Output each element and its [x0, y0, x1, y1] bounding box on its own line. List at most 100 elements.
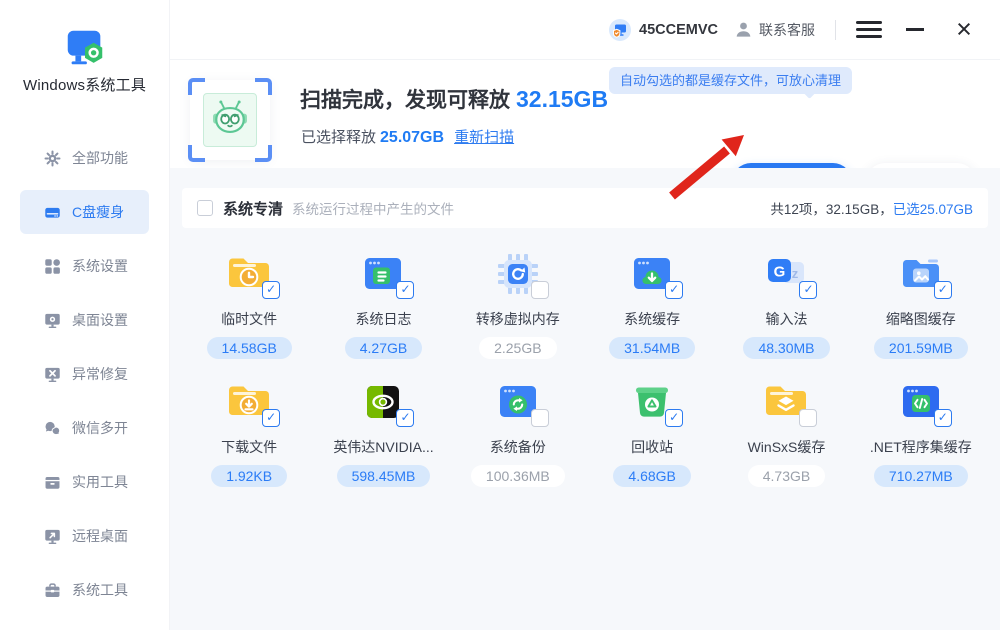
sidebar-item-all-features[interactable]: 全部功能 — [20, 131, 149, 185]
scan-header: 扫描完成，发现可释放32.15GB 已选择释放25.07GB重新扫描 自动勾选的… — [170, 60, 1000, 168]
clean-items-grid: 临时文件 14.58GB — [182, 228, 988, 487]
item-label: 转移虚拟内存 — [451, 309, 585, 329]
remote-desktop-icon — [44, 528, 61, 545]
item-label: 下载文件 — [182, 437, 316, 457]
sidebar-item-remote-desktop[interactable]: 远程桌面 — [20, 509, 149, 563]
sidebar-item-utility-tools[interactable]: 实用工具 — [20, 455, 149, 509]
desktop-gear-icon — [44, 312, 61, 329]
svg-text:G: G — [774, 264, 786, 281]
contact-support-label: 联系客服 — [759, 20, 815, 40]
item-label: 缩略图缓存 — [854, 309, 988, 329]
item-size-badge: 710.27MB — [874, 465, 968, 487]
user-id: 45CCEMVC — [639, 22, 718, 38]
sidebar-item-label: 实用工具 — [72, 472, 128, 492]
item-label: .NET程序集缓存 — [854, 437, 988, 457]
sidebar-item-label: 桌面设置 — [72, 310, 128, 330]
item-size-badge: 100.36MB — [471, 465, 565, 487]
sidebar-item-system-settings[interactable]: 系统设置 — [20, 239, 149, 293]
sidebar-item-label: 微信多开 — [72, 418, 128, 438]
section-stats-selected: 已选25.07GB — [893, 202, 973, 217]
app-logo-icon — [62, 24, 108, 70]
app-title: Windows系统工具 — [0, 74, 169, 95]
item-checkbox[interactable] — [934, 409, 952, 427]
clean-item[interactable]: .NET程序集缓存 710.27MB — [854, 378, 988, 487]
sidebar-item-label: 全部功能 — [72, 148, 128, 168]
item-size-badge: 2.25GB — [479, 337, 556, 359]
item-checkbox[interactable] — [934, 281, 952, 299]
item-label: 回收站 — [585, 437, 719, 457]
item-checkbox[interactable] — [262, 281, 280, 299]
item-size-badge: 4.27GB — [345, 337, 422, 359]
item-label: 系统缓存 — [585, 309, 719, 329]
minimize-button[interactable] — [906, 19, 928, 41]
titlebar-divider — [835, 20, 836, 40]
item-checkbox[interactable] — [262, 409, 280, 427]
item-size-badge: 31.54MB — [609, 337, 695, 359]
chat-bubbles-icon — [44, 420, 61, 437]
clean-item[interactable]: 系统备份 100.36MB — [451, 378, 585, 487]
scan-result-subtitle: 已选择释放25.07GB重新扫描 — [301, 126, 514, 147]
menu-button[interactable] — [856, 21, 882, 38]
item-label: 输入法 — [719, 309, 853, 329]
sidebar-item-system-tools[interactable]: 系统工具 — [20, 563, 149, 617]
clean-tooltip: 自动勾选的都是缓存文件，可放心清理 — [609, 67, 852, 94]
releasable-size: 32.15GB — [516, 86, 608, 112]
item-label: WinSxS缓存 — [719, 437, 853, 457]
item-checkbox[interactable] — [531, 281, 549, 299]
item-checkbox[interactable] — [799, 409, 817, 427]
utility-box-icon — [44, 474, 61, 491]
item-size-badge: 598.45MB — [337, 465, 431, 487]
item-size-badge: 4.68GB — [613, 465, 690, 487]
sidebar-item-label: 异常修复 — [72, 364, 128, 384]
item-checkbox[interactable] — [799, 281, 817, 299]
content-area: 系统专清 系统运行过程中产生的文件 共12项，32.15GB，已选25.07GB — [170, 168, 1000, 630]
gear-icon — [44, 150, 61, 167]
item-checkbox[interactable] — [396, 281, 414, 299]
clean-item[interactable]: WinSxS缓存 4.73GB — [719, 378, 853, 487]
item-size-badge: 4.73GB — [748, 465, 825, 487]
sidebar: Windows系统工具 全部功能 C盘瘦身 系统设置 — [0, 0, 170, 630]
item-checkbox[interactable] — [665, 409, 683, 427]
section-header: 系统专清 系统运行过程中产生的文件 共12项，32.15GB，已选25.07GB — [182, 188, 988, 228]
scan-robot-icon — [190, 80, 270, 160]
sidebar-item-wechat-multi[interactable]: 微信多开 — [20, 401, 149, 455]
section-checkbox[interactable] — [197, 200, 213, 216]
titlebar: 45CCEMVC 联系客服 — [170, 0, 1000, 60]
person-icon — [734, 20, 753, 39]
selected-size: 25.07GB — [380, 129, 444, 146]
item-size-badge: 1.92KB — [211, 465, 287, 487]
item-size-badge: 48.30MB — [743, 337, 829, 359]
clean-item[interactable]: 下载文件 1.92KB — [182, 378, 316, 487]
user-badge-icon — [608, 18, 632, 42]
app-window: Windows系统工具 全部功能 C盘瘦身 系统设置 — [0, 0, 1000, 630]
item-label: 临时文件 — [182, 309, 316, 329]
clean-item[interactable]: 转移虚拟内存 2.25GB — [451, 250, 585, 359]
clean-item[interactable]: 缩略图缓存 201.59MB — [854, 250, 988, 359]
item-label: 英伟达NVIDIA... — [316, 437, 450, 457]
clean-item[interactable]: 临时文件 14.58GB — [182, 250, 316, 359]
clean-item[interactable]: 英伟达NVIDIA... 598.45MB — [316, 378, 450, 487]
contact-support-button[interactable]: 联系客服 — [734, 20, 815, 40]
sidebar-item-desktop-settings[interactable]: 桌面设置 — [20, 293, 149, 347]
rescan-link[interactable]: 重新扫描 — [454, 129, 514, 146]
clean-item[interactable]: 系统日志 4.27GB — [316, 250, 450, 359]
sidebar-item-label: 系统工具 — [72, 580, 128, 600]
item-label: 系统备份 — [451, 437, 585, 457]
sidebar-item-c-drive-slim[interactable]: C盘瘦身 — [20, 185, 149, 239]
clean-item[interactable]: 回收站 4.68GB — [585, 378, 719, 487]
sidebar-item-label: 系统设置 — [72, 256, 128, 276]
svg-text:z: z — [792, 266, 799, 281]
main-area: 45CCEMVC 联系客服 — [170, 0, 1000, 630]
item-label: 系统日志 — [316, 309, 450, 329]
sidebar-item-error-repair[interactable]: 异常修复 — [20, 347, 149, 401]
section-description: 系统运行过程中产生的文件 — [292, 198, 454, 218]
item-checkbox[interactable] — [665, 281, 683, 299]
apps-icon — [44, 258, 61, 275]
disk-icon — [44, 204, 61, 221]
item-size-badge: 14.58GB — [207, 337, 292, 359]
item-checkbox[interactable] — [531, 409, 549, 427]
close-button[interactable] — [952, 18, 976, 42]
item-checkbox[interactable] — [396, 409, 414, 427]
clean-item[interactable]: z G 输入法 48.30MB — [719, 250, 853, 359]
clean-item[interactable]: 系统缓存 31.54MB — [585, 250, 719, 359]
